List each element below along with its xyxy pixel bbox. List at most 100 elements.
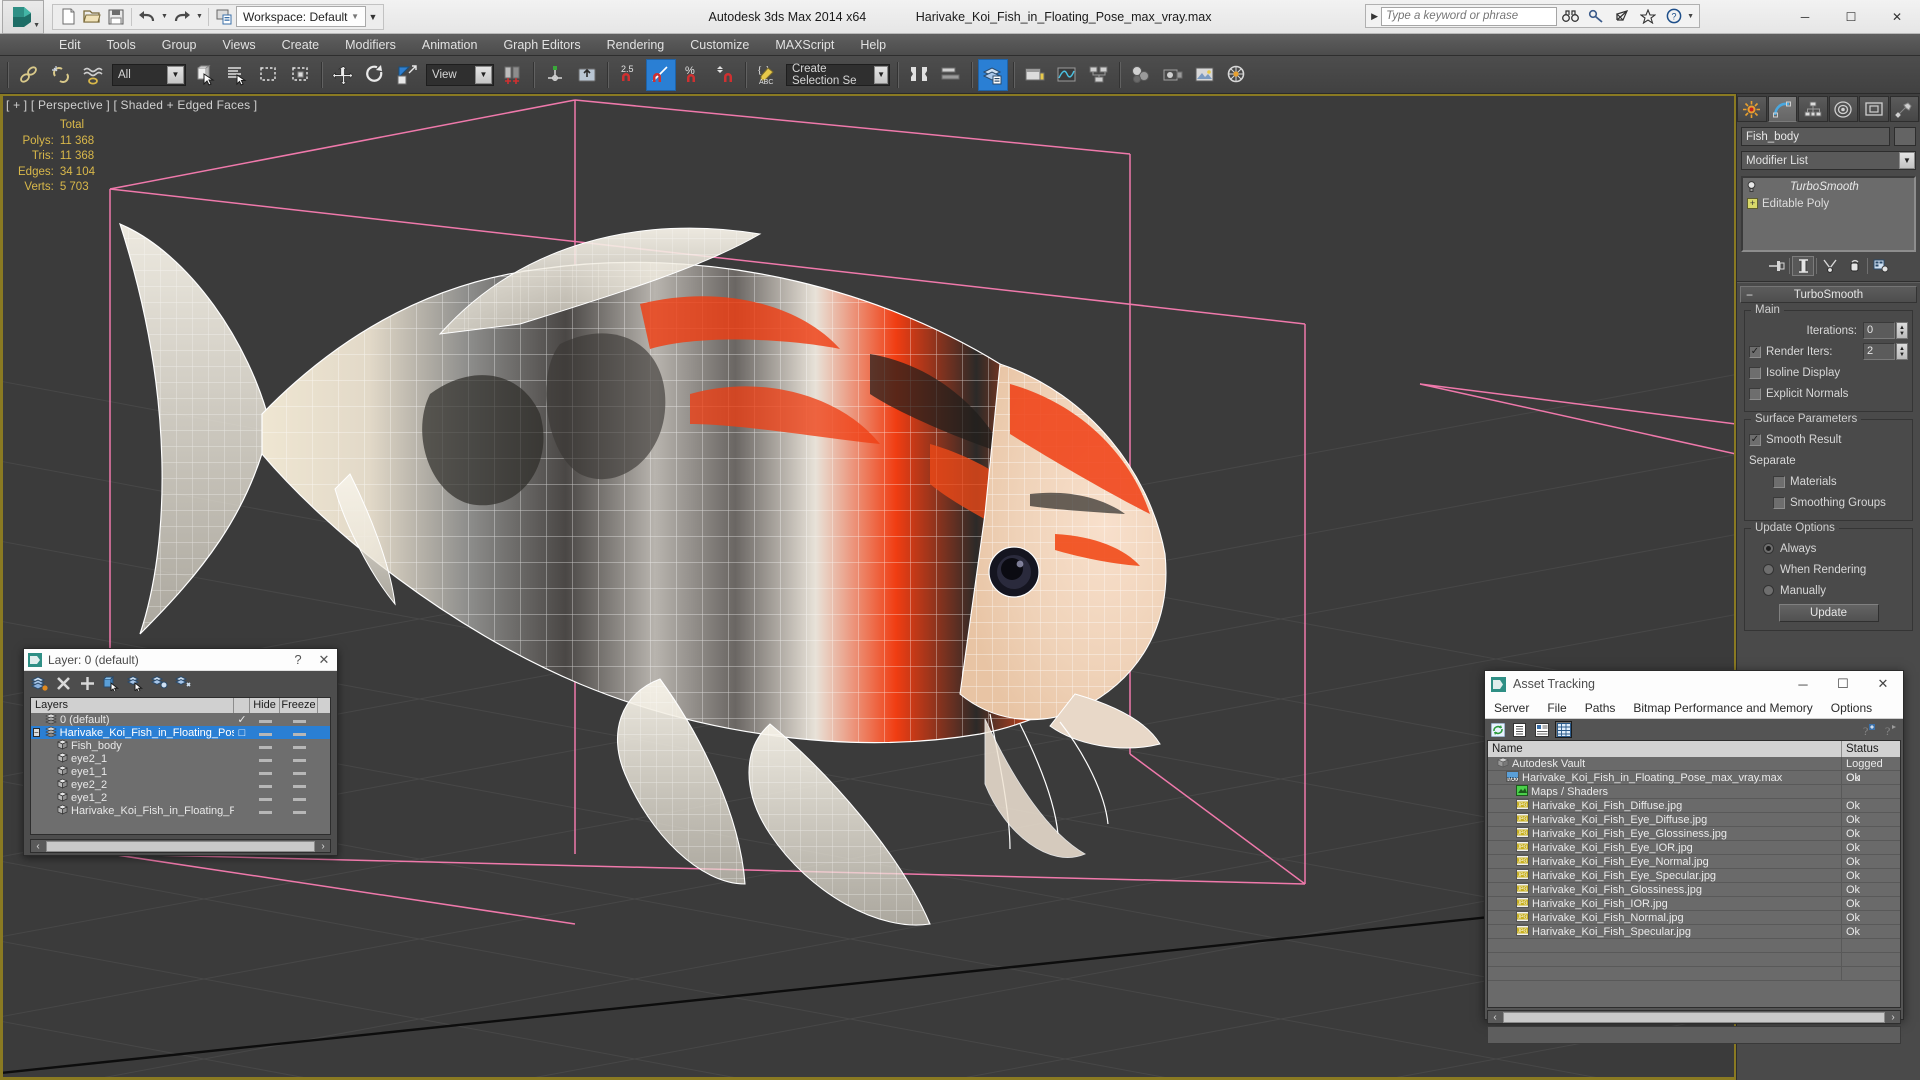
redo-icon[interactable]	[170, 6, 194, 28]
layer-hide-toggle[interactable]	[250, 740, 280, 752]
asset-minimize-button[interactable]: ─	[1783, 677, 1823, 692]
select-and-rotate-icon[interactable]	[360, 59, 390, 91]
smooth-result-checkbox[interactable]: ✓	[1749, 433, 1761, 446]
update-always-radio[interactable]	[1763, 543, 1774, 554]
layer-dialog-close-button[interactable]: ✕	[311, 652, 337, 668]
update-always-row[interactable]: Always	[1749, 539, 1908, 558]
asset-row[interactable]: JPG Harivake_Koi_Fish_Eye_Normal.jpg Ok	[1488, 855, 1900, 869]
search-input[interactable]	[1381, 6, 1558, 26]
layer-row[interactable]: − Harivake_Koi_Fish_in_Floating_Pose □	[31, 726, 330, 739]
key-icon[interactable]	[1583, 5, 1609, 27]
update-when-rendering-radio[interactable]	[1763, 564, 1774, 575]
mirror-icon[interactable]	[572, 59, 602, 91]
layer-visible-toggle[interactable]: ✓	[234, 713, 250, 726]
asset-row[interactable]: JPG Harivake_Koi_Fish_Eye_Diffuse.jpg Ok	[1488, 813, 1900, 827]
select-and-scale-icon[interactable]	[392, 59, 422, 91]
expand-plus-icon[interactable]: +	[1747, 198, 1758, 209]
add-layer-icon[interactable]	[78, 674, 96, 692]
asset-row[interactable]: JPG Harivake_Koi_Fish_Eye_Glossiness.jpg O…	[1488, 827, 1900, 841]
update-when-rendering-row[interactable]: When Rendering	[1749, 560, 1908, 579]
layer-hide-toggle[interactable]	[250, 779, 280, 791]
undo-icon[interactable]	[135, 6, 159, 28]
new-layer-icon[interactable]	[30, 674, 48, 692]
asset-close-button[interactable]: ✕	[1863, 676, 1903, 692]
update-manually-row[interactable]: Manually	[1749, 581, 1908, 600]
menu-item-animation[interactable]: Animation	[409, 34, 491, 56]
asset-menu-bitmap-performance[interactable]: Bitmap Performance and Memory	[1624, 697, 1821, 719]
unlink-selection-icon[interactable]	[46, 59, 76, 91]
select-object-icon[interactable]	[190, 59, 220, 91]
spinner-snap-toggle-icon[interactable]	[710, 59, 740, 91]
smooth-result-row[interactable]: ✓ Smooth Result	[1749, 430, 1908, 449]
grid-view-icon[interactable]	[1555, 721, 1572, 738]
list-view-icon[interactable]	[1511, 721, 1528, 738]
asset-list[interactable]: Name Status Autodesk Vault Logged Ou MAX Ha…	[1487, 740, 1901, 1008]
utilities-tab-icon[interactable]	[1889, 96, 1919, 122]
menu-item-rendering[interactable]: Rendering	[594, 34, 678, 56]
menu-item-edit[interactable]: Edit	[46, 34, 94, 56]
layer-row[interactable]: Fish_body	[31, 739, 330, 752]
asset-list-body[interactable]: Autodesk Vault Logged Ou MAX Harivake_Koi_F…	[1488, 757, 1900, 1007]
iterations-input[interactable]: 0	[1863, 322, 1895, 339]
open-file-icon[interactable]	[80, 6, 104, 28]
modifier-list-combo[interactable]: Modifier List ▼	[1741, 151, 1916, 170]
workspace-selector[interactable]: Workspace: Default ▼	[236, 6, 366, 27]
use-pivot-point-center-icon[interactable]	[498, 59, 528, 91]
menu-item-views[interactable]: Views	[209, 34, 268, 56]
layer-hide-toggle[interactable]	[250, 727, 280, 739]
configure-modifier-sets-icon[interactable]	[1870, 256, 1892, 276]
motion-tab-icon[interactable]	[1828, 96, 1858, 122]
favorite-star-icon[interactable]	[1635, 5, 1661, 27]
mirror-objects-icon[interactable]	[904, 59, 934, 91]
binoculars-icon[interactable]	[1557, 5, 1583, 27]
render-iters-checkbox[interactable]: ✓	[1749, 345, 1761, 358]
layer-hide-toggle[interactable]	[250, 792, 280, 804]
menu-item-modifiers[interactable]: Modifiers	[332, 34, 409, 56]
highlight-selected-icon[interactable]	[150, 674, 168, 692]
pin-stack-icon[interactable]	[1765, 256, 1787, 276]
asset-horizontal-scrollbar[interactable]: ‹ ›	[1487, 1010, 1901, 1024]
layer-list[interactable]: Layers Hide Freeze 0 (default) ✓ − Harivake…	[30, 697, 331, 835]
asset-scroll-right-icon[interactable]: ›	[1886, 1012, 1900, 1023]
modify-tab-icon[interactable]	[1767, 96, 1797, 122]
isoline-display-checkbox[interactable]	[1749, 366, 1761, 379]
refresh-icon[interactable]	[1489, 721, 1506, 738]
asset-scroll-thumb[interactable]	[1503, 1011, 1885, 1023]
asset-menu-paths[interactable]: Paths	[1576, 697, 1625, 719]
material-editor-icon[interactable]	[1126, 59, 1156, 91]
modifier-stack-item-turbosmooth[interactable]: TurboSmooth	[1743, 178, 1914, 195]
update-manually-radio[interactable]	[1763, 585, 1774, 596]
edit-named-selection-sets-icon[interactable]: { } ABC	[752, 59, 782, 91]
rectangular-selection-region-icon[interactable]	[254, 59, 284, 91]
named-selection-set-combo[interactable]: Create Selection Se ▼	[786, 63, 890, 87]
layer-freeze-toggle[interactable]	[280, 792, 318, 804]
use-selection-center-icon[interactable]	[540, 59, 570, 91]
menu-item-help[interactable]: Help	[847, 34, 899, 56]
rollout-collapse-icon[interactable]: −	[1746, 289, 1753, 301]
turbosmooth-rollout-header[interactable]: − TurboSmooth	[1740, 286, 1917, 303]
scroll-thumb[interactable]	[46, 840, 315, 852]
delete-layer-icon[interactable]	[54, 674, 72, 692]
layer-visible-toggle[interactable]: □	[234, 727, 250, 739]
selection-filter-combo[interactable]: All ▼	[112, 63, 186, 86]
explicit-normals-checkbox[interactable]	[1749, 387, 1761, 400]
show-end-result-icon[interactable]	[1792, 256, 1814, 276]
asset-row[interactable]: Autodesk Vault Logged Ou	[1488, 757, 1900, 784]
modifier-stack[interactable]: TurboSmooth + Editable Poly	[1741, 176, 1916, 252]
layer-row[interactable]: eye1_1	[31, 765, 330, 778]
layer-freeze-toggle[interactable]	[280, 740, 318, 752]
render-production-icon[interactable]	[1222, 59, 1252, 91]
layer-hide-toggle[interactable]	[250, 766, 280, 778]
iterations-spinner[interactable]: ▲ ▼	[1896, 322, 1908, 339]
remove-modifier-icon[interactable]	[1843, 256, 1865, 276]
layer-freeze-toggle[interactable]	[280, 805, 318, 817]
layer-row[interactable]: eye2_1	[31, 752, 330, 765]
angle-snap-toggle-icon[interactable]	[646, 58, 676, 91]
percent-snap-toggle-icon[interactable]: %	[678, 59, 708, 91]
reference-coordinate-caret-icon[interactable]: ▼	[475, 65, 492, 84]
select-by-name-icon[interactable]	[222, 59, 252, 91]
asset-tracking-dialog[interactable]: Asset Tracking ─ ☐ ✕ Server File Paths B…	[1484, 670, 1904, 1044]
asset-row[interactable]: JPG Harivake_Koi_Fish_Specular.jpg Ok	[1488, 925, 1900, 939]
create-tab-icon[interactable]	[1737, 96, 1767, 122]
modifier-stack-item-editable-poly[interactable]: + Editable Poly	[1743, 195, 1914, 212]
